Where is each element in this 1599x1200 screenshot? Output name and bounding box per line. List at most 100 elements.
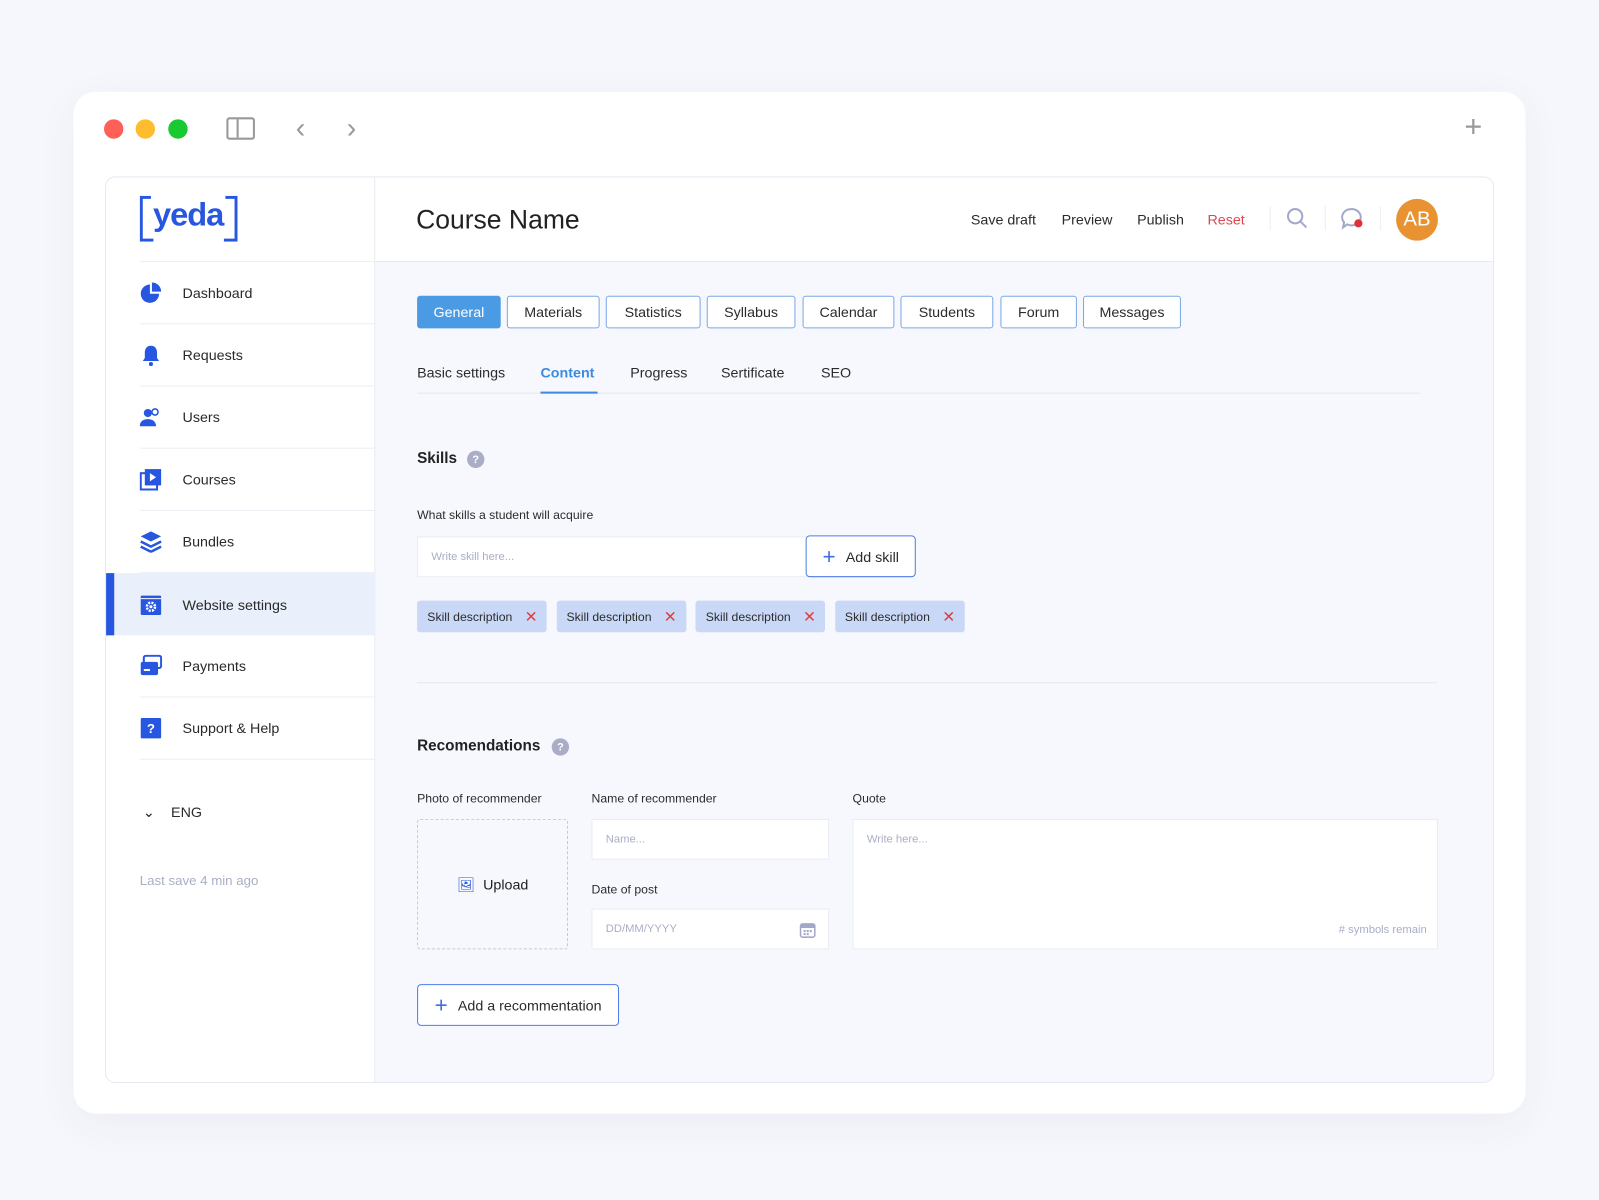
sidebar-item-label: Support & Help [182,719,280,737]
credit-card-icon [140,654,163,677]
tab-general[interactable]: General [417,295,501,329]
sidebar-item-label: Requests [182,346,243,364]
notifications-icon[interactable] [1339,206,1366,236]
forward-icon[interactable]: › [347,112,357,145]
subtab-seo[interactable]: SEO [821,364,851,380]
maximize-window-button[interactable] [168,119,188,139]
add-recommendation-label: Add a recommentation [457,996,602,1014]
sidebar-item-label: Dashboard [182,284,253,301]
avatar[interactable]: AB [1396,198,1438,241]
quote-placeholder: Write here... [866,833,928,846]
reset-button[interactable]: Reset [1207,211,1244,227]
app: yeda Dashboard Requests Users Courses Bundle… [105,176,1495,1084]
sidebar-toggle-icon[interactable] [226,117,255,140]
question-icon: ? [140,717,162,739]
plus-icon: + [434,991,448,1018]
tab-statistics[interactable]: Statistics [605,295,701,329]
tab-materials[interactable]: Materials [506,295,600,329]
upload-label: Upload [483,876,529,893]
language-select[interactable]: ⌄ ENG [143,804,202,821]
skill-chip-label: Skill description [844,609,930,624]
skill-chip: Skill description ✕ [834,600,965,633]
calendar-icon[interactable] [799,921,816,941]
symbols-remaining: # symbols remain [1338,923,1427,937]
sidebar-item-support-help[interactable]: ? Support & Help [139,698,376,760]
skill-chip: Skill description ✕ [417,600,547,633]
quote-textarea[interactable]: Write here... # symbols remain [852,818,1438,950]
subtab-basic-settings[interactable]: Basic settings [417,364,505,380]
date-input[interactable]: DD/MM/YYYY [591,908,830,950]
recommendations-heading: Recomendations [417,737,541,755]
name-label: Name of recommender [591,791,717,806]
tab-messages[interactable]: Messages [1083,295,1181,329]
tab-students[interactable]: Students [900,295,994,329]
sidebar-item-dashboard[interactable]: Dashboard [139,262,376,325]
remove-icon[interactable]: ✕ [525,608,538,626]
sidebar-item-requests[interactable]: Requests [139,324,376,387]
upload-dropzone[interactable]: 🖼 Upload [417,818,569,950]
sidebar-item-courses[interactable]: Courses [139,449,376,511]
save-draft-button[interactable]: Save draft [971,211,1036,227]
remove-icon[interactable]: ✕ [803,608,816,626]
publish-button[interactable]: Publish [1137,211,1184,227]
active-subtab-indicator [540,391,598,394]
tab-calendar[interactable]: Calendar [802,295,895,329]
header: Course Name Save draft Preview Publish R… [375,177,1493,263]
remove-icon[interactable]: ✕ [942,608,955,626]
skill-chip-label: Skill description [566,609,652,624]
date-placeholder: DD/MM/YYYY [605,922,677,936]
upload-image-icon: 🖼 [456,875,475,892]
last-save-status: Last save 4 min ago [139,872,259,889]
search-icon[interactable] [1285,206,1309,236]
back-icon[interactable]: ‹ [296,112,306,145]
preview-button[interactable]: Preview [1062,211,1113,227]
subtab-content[interactable]: Content [540,364,594,380]
sidebar-item-label: Website settings [182,596,288,613]
remove-icon[interactable]: ✕ [664,608,677,626]
skills-label: What skills a student will acquire [417,507,594,523]
quote-label: Quote [852,791,886,806]
new-tab-icon[interactable]: + [1464,110,1482,145]
play-icon [139,468,162,491]
chevron-down-icon: ⌄ [142,803,155,820]
sidebar-item-label: Payments [182,657,247,675]
skills-heading: Skills [417,449,458,468]
language-label: ENG [171,803,203,820]
tab-syllabus[interactable]: Syllabus [706,295,796,329]
sidebar-item-label: Bundles [182,533,235,550]
plus-icon: + [822,543,836,569]
users-icon [139,406,162,428]
skill-chip-label: Skill description [705,609,791,624]
sidebar: yeda Dashboard Requests Users Courses Bundle… [106,177,376,1083]
sidebar-item-payments[interactable]: Payments [139,635,376,698]
skill-input[interactable]: Write skill here... [417,536,809,578]
sidebar-item-label: Courses [182,471,236,488]
subtab-sertificate[interactable]: Sertificate [721,364,784,380]
add-skill-button[interactable]: + Add skill [805,535,916,578]
layers-icon [140,530,162,553]
tab-forum[interactable]: Forum [1000,295,1077,329]
logo[interactable]: yeda [150,195,226,234]
minimize-window-button[interactable] [135,119,156,139]
bell-icon [140,344,162,367]
skill-chip: Skill description ✕ [556,600,686,633]
sidebar-item-website-settings[interactable]: Website settings [106,573,376,636]
add-skill-label: Add skill [845,548,899,565]
close-window-button[interactable] [104,119,124,139]
help-icon[interactable]: ? [551,738,570,756]
help-icon[interactable]: ? [467,450,485,469]
settings-window-icon [140,593,162,615]
skill-chip: Skill description ✕ [695,600,826,633]
page-title: Course Name [416,203,580,235]
add-recommendation-button[interactable]: + Add a recommentation [417,984,620,1026]
svg-text:?: ? [147,721,155,736]
sidebar-item-label: Users [182,408,220,426]
sidebar-item-bundles[interactable]: Bundles [139,511,376,574]
pie-chart-icon [140,281,162,303]
name-input[interactable]: Name... [591,818,830,860]
photo-label: Photo of recommender [417,791,542,806]
sidebar-item-users[interactable]: Users [139,387,376,449]
subtab-progress[interactable]: Progress [630,364,687,380]
date-label: Date of post [591,882,658,897]
skill-chip-label: Skill description [427,609,513,624]
